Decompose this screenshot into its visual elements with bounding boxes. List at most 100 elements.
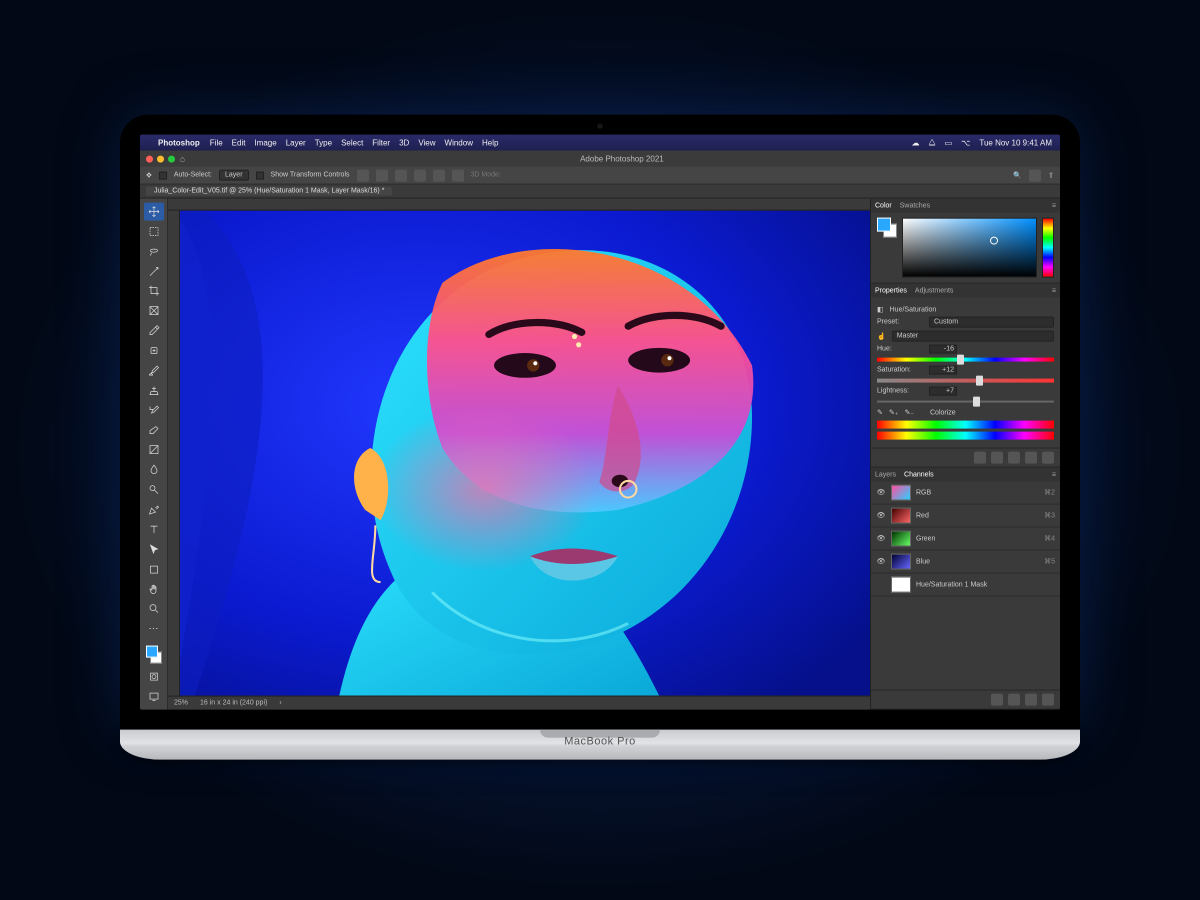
shape-tool[interactable] — [144, 560, 164, 578]
trash-icon[interactable] — [1042, 452, 1054, 464]
visibility-icon[interactable]: 👁 — [876, 535, 886, 543]
clone-stamp-tool[interactable] — [144, 381, 164, 399]
color-fg-bg[interactable] — [877, 218, 897, 238]
tab-channels[interactable]: Channels — [904, 471, 934, 478]
menu-filter[interactable]: Filter — [372, 138, 390, 147]
show-transform-checkbox[interactable] — [256, 171, 264, 179]
control-center-icon[interactable]: ⌥ — [961, 138, 970, 147]
edit-toolbar-button[interactable]: ⋯ — [144, 620, 164, 638]
battery-icon[interactable]: ▭ — [945, 138, 953, 147]
eyedropper-icon[interactable]: ✎ — [877, 409, 883, 417]
tab-adjustments[interactable]: Adjustments — [915, 287, 954, 294]
tab-color[interactable]: Color — [875, 202, 892, 209]
screen-mode-button[interactable] — [144, 688, 164, 706]
hue-strip[interactable] — [1042, 218, 1054, 278]
menu-help[interactable]: Help — [482, 138, 498, 147]
tab-properties[interactable]: Properties — [875, 287, 907, 294]
auto-select-checkbox[interactable] — [159, 171, 167, 179]
type-tool[interactable] — [144, 521, 164, 539]
menu-image[interactable]: Image — [254, 138, 276, 147]
menu-select[interactable]: Select — [341, 138, 363, 147]
new-channel-icon[interactable] — [1025, 694, 1037, 706]
lightness-value[interactable]: +7 — [929, 387, 957, 396]
tab-swatches[interactable]: Swatches — [900, 202, 930, 209]
zoom-level[interactable]: 25% — [174, 700, 188, 707]
document-tab[interactable]: Julia_Color-Edit_V05.tif @ 25% (Hue/Satu… — [146, 187, 392, 196]
visibility-icon[interactable]: 👁 — [876, 558, 886, 566]
status-chevron-icon[interactable]: › — [279, 700, 281, 707]
history-brush-tool[interactable] — [144, 401, 164, 419]
menu-layer[interactable]: Layer — [286, 138, 306, 147]
window-maximize-button[interactable] — [168, 155, 175, 162]
hand-tool[interactable] — [144, 580, 164, 598]
pen-tool[interactable] — [144, 501, 164, 519]
wifi-icon[interactable]: ⧋ — [928, 138, 935, 148]
zoom-tool[interactable] — [144, 600, 164, 618]
eyedropper-sub-icon[interactable]: ✎₋ — [904, 409, 914, 417]
fg-bg-color[interactable] — [144, 644, 164, 666]
path-select-tool[interactable] — [144, 540, 164, 558]
tab-layers[interactable]: Layers — [875, 471, 896, 478]
color-range-dropdown[interactable]: Master — [892, 331, 1054, 342]
reset-icon[interactable] — [1025, 452, 1037, 464]
menu-window[interactable]: Window — [445, 138, 473, 147]
frame-tool[interactable] — [144, 302, 164, 320]
menu-file[interactable]: File — [210, 138, 223, 147]
crop-tool[interactable] — [144, 282, 164, 300]
hue-range-bar[interactable] — [877, 432, 1054, 440]
marquee-tool[interactable] — [144, 222, 164, 240]
doc-info[interactable]: 16 in x 24 in (240 ppi) — [200, 700, 267, 707]
eraser-tool[interactable] — [144, 421, 164, 439]
share-icon[interactable]: ⇪ — [1048, 171, 1054, 179]
target-adjust-icon[interactable]: ☝ — [877, 332, 886, 340]
menu-3d[interactable]: 3D — [399, 138, 409, 147]
healing-tool[interactable] — [144, 342, 164, 360]
menu-edit[interactable]: Edit — [232, 138, 246, 147]
window-close-button[interactable] — [146, 155, 153, 162]
eyedropper-add-icon[interactable]: ✎₊ — [889, 409, 899, 417]
workspace-icon[interactable] — [1029, 169, 1041, 181]
channel-row[interactable]: 👁Red⌘3 — [871, 505, 1060, 528]
move-tool[interactable] — [144, 203, 164, 221]
load-selection-icon[interactable] — [991, 694, 1003, 706]
distribute-icon[interactable] — [414, 169, 426, 181]
align-icon[interactable] — [376, 169, 388, 181]
preset-dropdown[interactable]: Custom — [929, 317, 1054, 328]
window-minimize-button[interactable] — [157, 155, 164, 162]
gradient-tool[interactable] — [144, 441, 164, 459]
hue-value[interactable]: -16 — [929, 345, 957, 354]
color-picker-field[interactable] — [902, 218, 1037, 278]
clock[interactable]: Tue Nov 10 9:41 AM — [979, 138, 1052, 147]
hue-range-bar[interactable] — [877, 421, 1054, 429]
save-selection-icon[interactable] — [1008, 694, 1020, 706]
home-icon[interactable]: ⌂ — [180, 154, 185, 163]
brush-tool[interactable] — [144, 362, 164, 380]
lightness-slider[interactable] — [877, 399, 1054, 405]
document-canvas[interactable] — [180, 211, 870, 696]
saturation-slider[interactable] — [877, 378, 1054, 384]
visibility-icon[interactable]: 👁 — [876, 512, 886, 520]
trash-icon[interactable] — [1042, 694, 1054, 706]
auto-select-dropdown[interactable]: Layer — [219, 170, 249, 181]
ruler-horizontal[interactable] — [168, 199, 870, 211]
panel-menu-icon[interactable]: ≡ — [1052, 471, 1056, 478]
clip-icon[interactable] — [991, 452, 1003, 464]
channel-row[interactable]: 👁Green⌘4 — [871, 528, 1060, 551]
channel-row[interactable]: Hue/Saturation 1 Mask — [871, 574, 1060, 597]
hue-slider[interactable] — [877, 357, 1054, 363]
magic-wand-tool[interactable] — [144, 262, 164, 280]
channel-row[interactable]: 👁Blue⌘5 — [871, 551, 1060, 574]
saturation-value[interactable]: +12 — [929, 366, 957, 375]
quick-mask-button[interactable] — [144, 668, 164, 686]
blur-tool[interactable] — [144, 461, 164, 479]
ruler-vertical[interactable] — [168, 211, 180, 696]
search-icon[interactable]: 🔍 — [1013, 171, 1022, 179]
app-name[interactable]: Photoshop — [158, 138, 200, 147]
panel-menu-icon[interactable]: ≡ — [1052, 287, 1056, 294]
dodge-tool[interactable] — [144, 481, 164, 499]
distribute-icon[interactable] — [452, 169, 464, 181]
visibility-icon[interactable]: 👁 — [876, 489, 886, 497]
channel-row[interactable]: 👁RGB⌘2 — [871, 482, 1060, 505]
distribute-icon[interactable] — [433, 169, 445, 181]
align-icon[interactable] — [357, 169, 369, 181]
